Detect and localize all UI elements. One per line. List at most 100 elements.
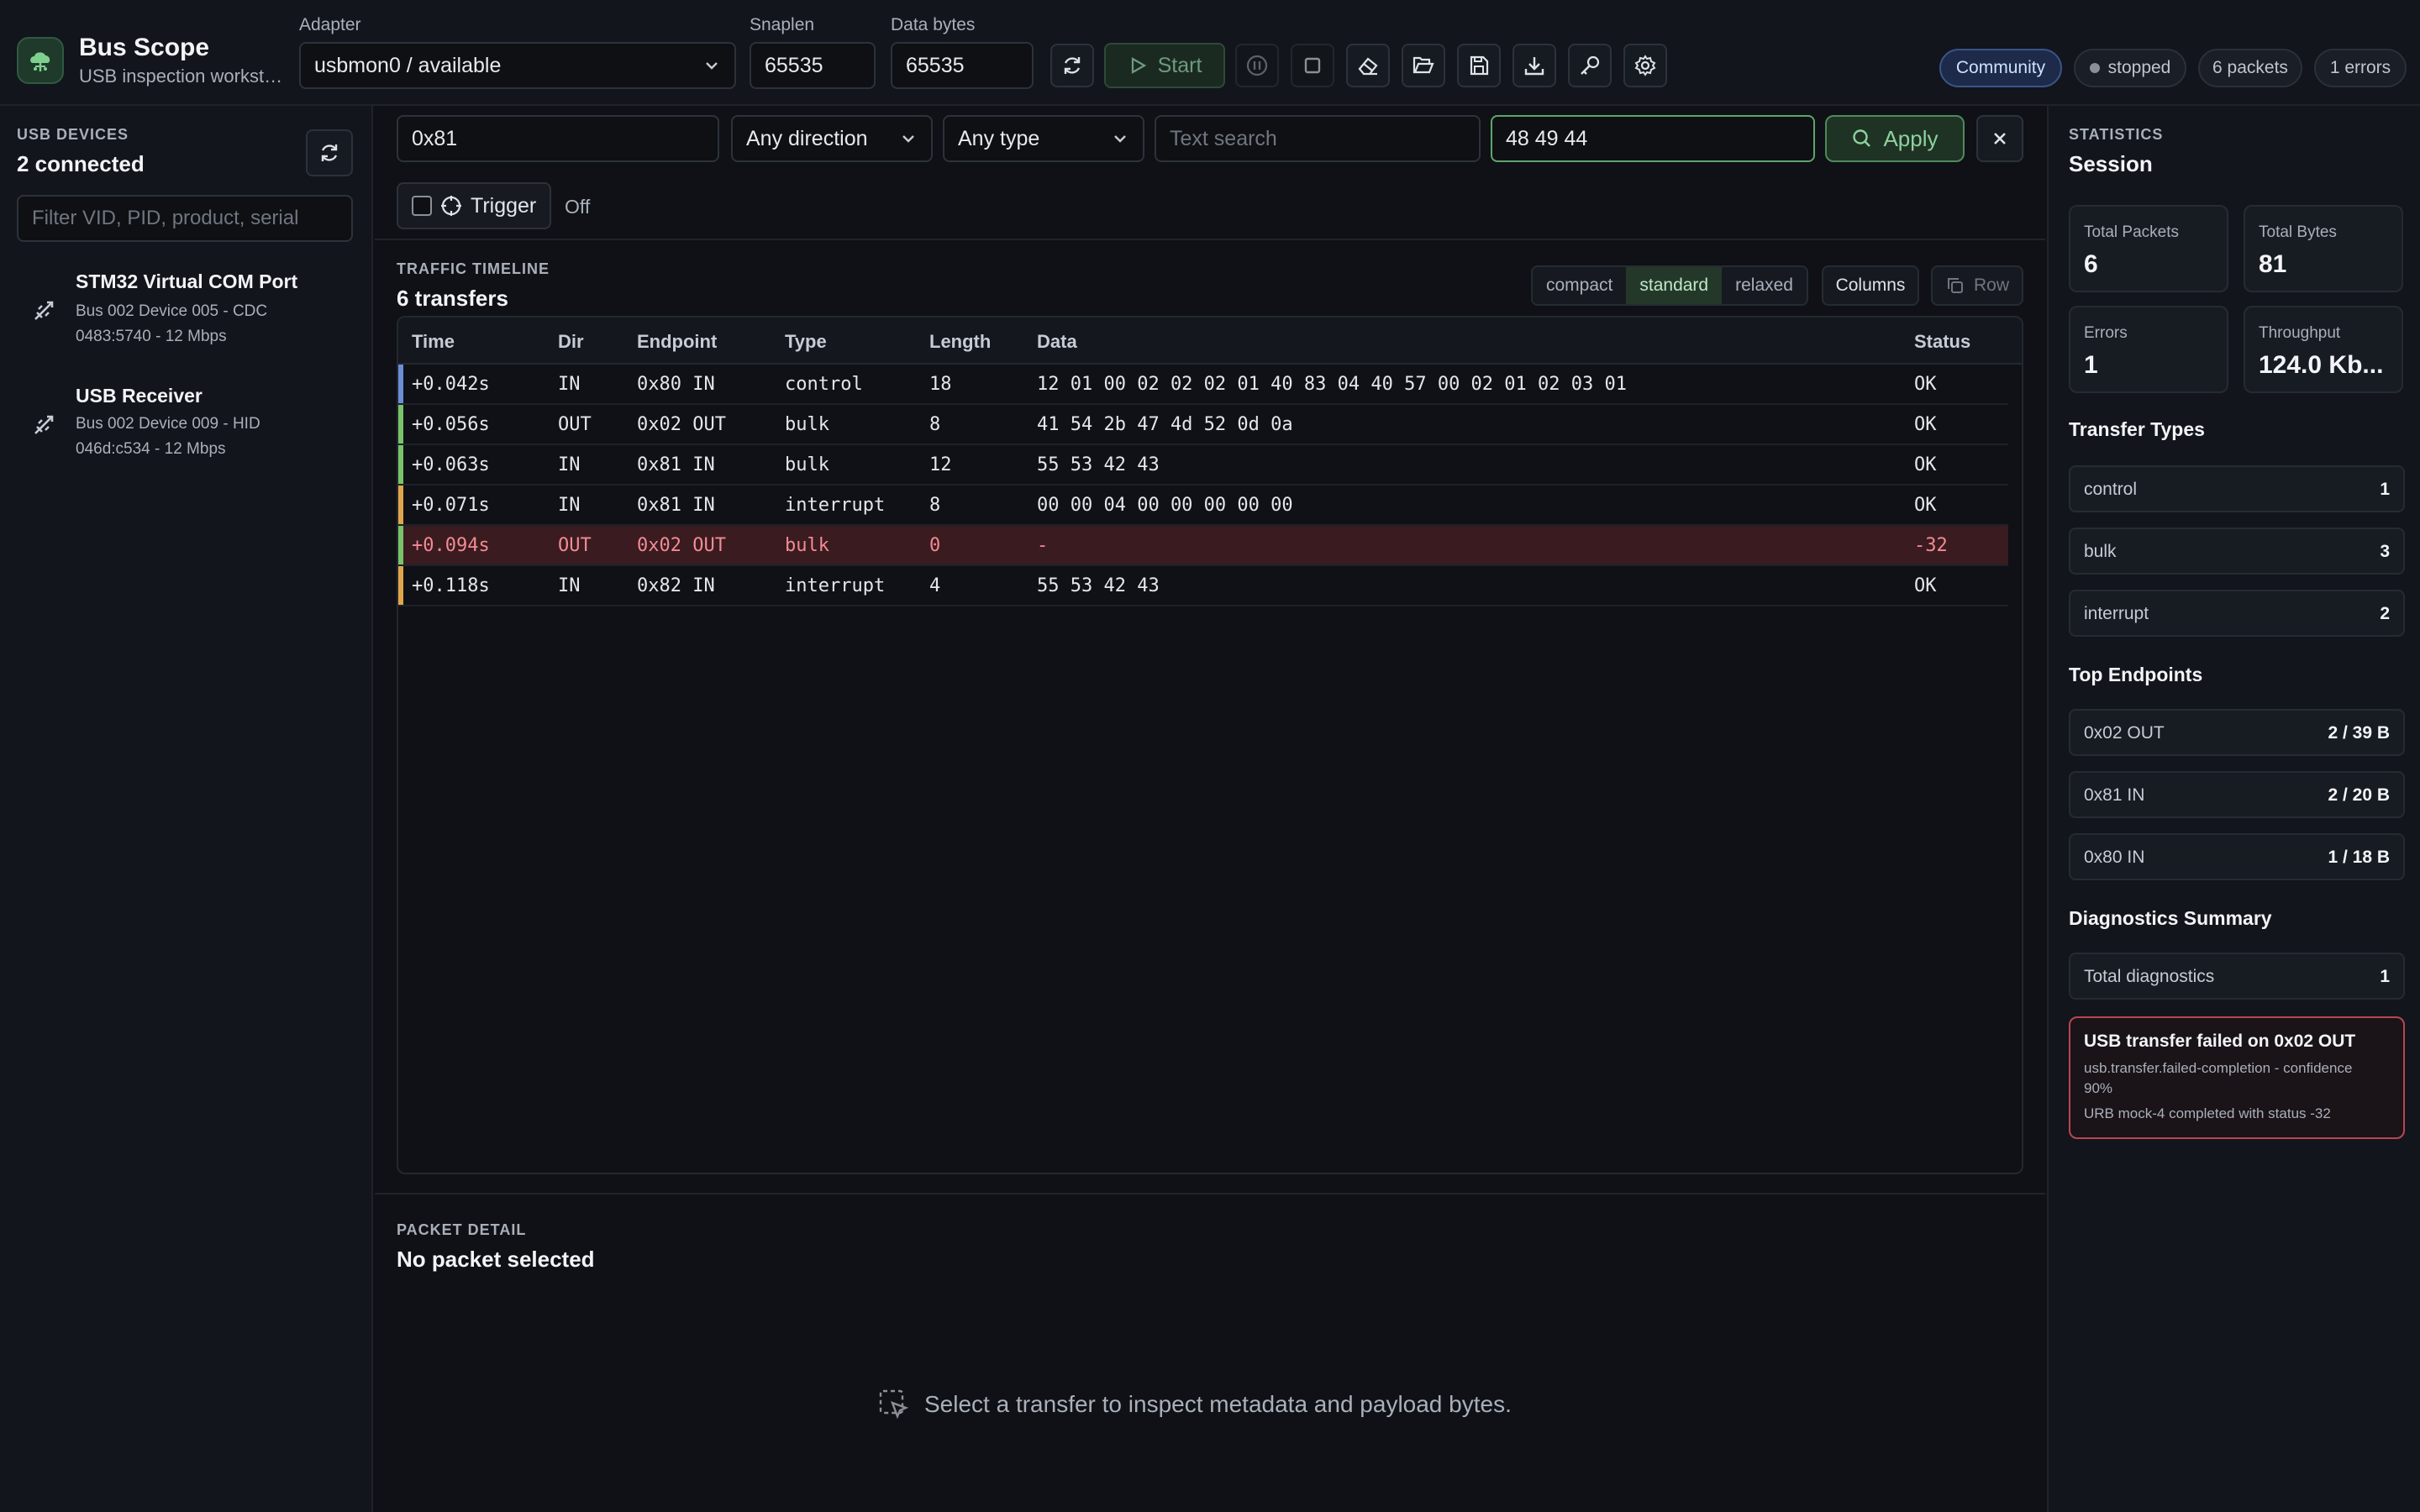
packet-detail-label: PACKET DETAIL — [397, 1221, 527, 1238]
direction-value: Any direction — [746, 126, 868, 150]
endpoint-filter-value: 0x81 — [412, 126, 458, 150]
adapter-label: Adapter — [299, 15, 361, 34]
eraser-icon — [1358, 57, 1378, 76]
adapter-select[interactable]: usbmon0 / available — [299, 42, 736, 89]
total-bytes-card: Total Bytes 81 — [2244, 205, 2403, 292]
open-file-button[interactable] — [1402, 44, 1445, 87]
timeline-section-label: TRAFFIC TIMELINE — [397, 260, 550, 277]
type-value: Any type — [958, 126, 1040, 150]
col-dir[interactable]: Dir — [558, 331, 584, 353]
transfer-type-indicator — [398, 566, 403, 605]
cell-endpoint: 0x81 IN — [637, 454, 715, 475]
cell-endpoint: 0x80 IN — [637, 374, 715, 395]
save-button[interactable] — [1457, 44, 1501, 87]
device-filter-input[interactable]: Filter VID, PID, product, serial — [17, 195, 353, 242]
usb-icon — [34, 415, 54, 434]
chevron-down-icon — [706, 62, 718, 70]
stat-key: 0x81 IN — [2084, 785, 2145, 805]
cell-data: 41 54 2b 47 4d 52 0d 0a — [1037, 414, 1293, 435]
refresh-icon — [1064, 57, 1081, 74]
card-value: 6 — [2084, 250, 2098, 278]
text-search-input[interactable]: Text search — [1155, 115, 1481, 162]
settings-button[interactable] — [1623, 44, 1667, 87]
packets-badge: 6 packets — [2198, 49, 2302, 87]
errors-card: Errors 1 — [2069, 306, 2228, 393]
device-id-speed: 0483:5740 - 12 Mbps — [76, 328, 227, 345]
snaplen-value: 65535 — [765, 53, 823, 77]
start-capture-button[interactable]: Start — [1104, 43, 1225, 88]
snaplen-input[interactable]: 65535 — [750, 42, 876, 89]
cell-status: OK — [1914, 414, 1937, 435]
table-row[interactable]: +0.094s OUT 0x02 OUT bulk 0 - -32 — [398, 526, 2008, 566]
clear-button[interactable] — [1346, 44, 1390, 87]
copy-row-button[interactable]: Row — [1931, 265, 2023, 306]
text-search-placeholder: Text search — [1170, 126, 1277, 150]
device-name: USB Receiver — [76, 385, 203, 407]
transfer-type-indicator — [398, 526, 403, 564]
endpoint-row: 0x02 OUT 2 / 39 B — [2069, 709, 2405, 756]
table-row[interactable]: +0.056s OUT 0x02 OUT bulk 8 41 54 2b 47 4d 52… — [398, 405, 2008, 445]
card-value: 124.0 Kb... — [2259, 351, 2384, 379]
diagnostic-confidence: 90% — [2084, 1080, 2113, 1096]
apply-label: Apply — [1883, 125, 1939, 151]
cell-status: OK — [1914, 374, 1937, 395]
cell-data: 55 53 42 43 — [1037, 575, 1160, 596]
apply-filter-button[interactable]: Apply — [1825, 115, 1965, 162]
table-row[interactable]: +0.042s IN 0x80 IN control 18 12 01 00 02 02 … — [398, 365, 2008, 405]
transfer-type-row: interrupt 2 — [2069, 590, 2405, 637]
total-packets-card: Total Packets 6 — [2069, 205, 2228, 292]
transfer-type-row: control 1 — [2069, 465, 2405, 512]
table-row[interactable]: +0.063s IN 0x81 IN bulk 12 55 53 42 43 OK — [398, 445, 2008, 486]
tools-button[interactable] — [1568, 44, 1612, 87]
type-select[interactable]: Any type — [943, 115, 1144, 162]
throughput-card: Throughput 124.0 Kb... — [2244, 306, 2403, 393]
cell-type: interrupt — [785, 575, 886, 596]
cell-dir: OUT — [558, 535, 592, 556]
stat-value: 1 / 18 B — [2328, 848, 2390, 867]
stats-title: Session — [2069, 151, 2153, 176]
endpoint-filter-input[interactable]: 0x81 — [397, 115, 719, 162]
cell-time: +0.063s — [412, 454, 490, 475]
density-relaxed[interactable]: relaxed — [1722, 267, 1807, 304]
diagnostic-card[interactable]: USB transfer failed on 0x02 OUT usb.tran… — [2069, 1016, 2405, 1139]
direction-select[interactable]: Any direction — [731, 115, 933, 162]
capture-state-label: stopped — [2107, 58, 2171, 77]
state-dot-icon — [2089, 63, 2100, 73]
app-logo-icon — [17, 37, 64, 84]
byte-pattern-input[interactable]: 48 49 44 — [1491, 115, 1815, 162]
device-item[interactable]: STM32 Virtual COM Port Bus 002 Device 00… — [0, 270, 373, 371]
clear-filters-button[interactable] — [1976, 115, 2023, 162]
density-compact[interactable]: compact — [1533, 267, 1627, 304]
errors-badge: 1 errors — [2314, 49, 2407, 87]
col-status[interactable]: Status — [1914, 331, 1970, 353]
device-id-speed: 046d:c534 - 12 Mbps — [76, 440, 226, 458]
density-standard[interactable]: standard — [1626, 267, 1723, 304]
columns-button[interactable]: Columns — [1822, 265, 1919, 306]
packet-detail-panel: PACKET DETAIL No packet selected Select … — [375, 1193, 2045, 1512]
cell-dir: IN — [558, 454, 581, 475]
table-row[interactable]: +0.071s IN 0x81 IN interrupt 8 00 00 04 00 00… — [398, 486, 2008, 526]
diagnostic-detail: URB mock-4 completed with status -32 — [2084, 1105, 2331, 1121]
databytes-input[interactable]: 65535 — [891, 42, 1034, 89]
trigger-toggle[interactable]: Trigger — [397, 182, 551, 229]
table-row[interactable]: +0.118s IN 0x82 IN interrupt 4 55 53 42 43 OK — [398, 566, 2008, 606]
stop-button[interactable] — [1291, 44, 1334, 87]
col-endpoint[interactable]: Endpoint — [637, 331, 717, 353]
col-type[interactable]: Type — [785, 331, 827, 353]
app-header: Bus Scope USB inspection workstat... Ada… — [0, 0, 2420, 106]
cell-type: bulk — [785, 535, 829, 556]
trigger-checkbox[interactable] — [412, 196, 432, 216]
refresh-devices-button[interactable] — [306, 129, 353, 176]
col-length[interactable]: Length — [929, 331, 991, 353]
cell-length: 8 — [929, 495, 941, 516]
col-time[interactable]: Time — [412, 331, 455, 353]
cell-type: bulk — [785, 414, 829, 435]
pause-button[interactable] — [1235, 44, 1279, 87]
refresh-adapters-button[interactable] — [1050, 44, 1094, 87]
cell-type: control — [785, 374, 863, 395]
col-data[interactable]: Data — [1037, 331, 1077, 353]
device-item[interactable]: USB Receiver Bus 002 Device 009 - HID 04… — [0, 385, 373, 486]
density-toggle: compact standard relaxed — [1531, 265, 1808, 306]
export-button[interactable] — [1512, 44, 1556, 87]
cell-time: +0.056s — [412, 414, 490, 435]
